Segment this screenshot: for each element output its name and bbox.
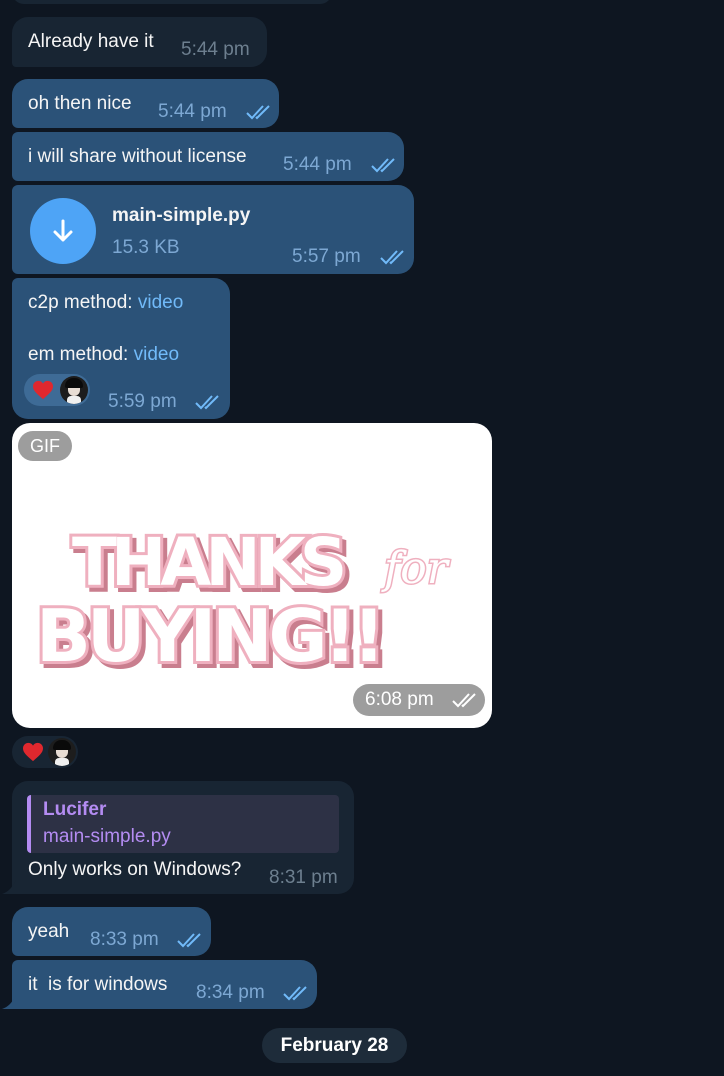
message-time: 8:33 pm [90,929,159,950]
message-time: 5:44 pm [181,39,250,60]
message-text-line: em method: video [28,344,179,366]
message-text-line: c2p method: video [28,292,183,314]
video-link[interactable]: video [138,292,183,313]
message-time: 5:59 pm [108,391,177,412]
double-check-icon [177,933,201,948]
double-check-icon [246,105,270,120]
file-size: 15.3 KB [112,237,180,258]
message-bubble[interactable]: c2p method: video em method: video 5:59 … [12,278,230,419]
gif-time-pill: 6:08 pm [353,684,485,716]
gif-image: THANKS THANKS BUYING!! BUYING!! for [33,521,452,685]
reaction-pill[interactable] [12,736,78,768]
previous-message-bubble [12,0,332,4]
double-check-icon [380,250,404,265]
heart-icon [23,742,43,762]
label-c2p-method: c2p method: [28,292,138,313]
reply-text: main-simple.py [43,826,171,847]
message-time: 8:34 pm [196,982,265,1003]
bubble-tail [2,880,16,894]
message-bubble[interactable]: oh then nice 5:44 pm [12,79,279,128]
message-time: 5:57 pm [292,246,361,267]
reaction-pill[interactable] [24,374,90,406]
message-bubble[interactable]: yeah 8:33 pm [12,907,211,956]
message-time: 5:44 pm [283,154,352,175]
message-time: 6:08 pm [365,689,434,710]
double-check-icon [371,158,395,173]
message-bubble[interactable]: Already have it 5:44 pm [12,17,267,67]
reply-author: Lucifer [43,799,107,820]
message-text: oh then nice [28,93,132,114]
video-link[interactable]: video [134,344,179,365]
avatar [48,738,76,766]
message-bubble[interactable]: i will share without license 5:44 pm [12,132,404,181]
message-text: yeah [28,921,70,942]
gif-text-line1: THANKS [72,524,343,601]
double-check-icon [195,395,219,410]
download-arrow-icon [53,219,73,242]
gif-text-line2: BUYING!! [36,594,381,678]
message-time: 8:31 pm [269,867,338,888]
file-message-bubble[interactable]: main-simple.py 15.3 KB 5:57 pm [12,185,414,274]
double-check-icon [283,986,307,1001]
download-button[interactable] [30,198,96,264]
reply-quote[interactable]: Lucifer main-simple.py [27,795,339,853]
file-name[interactable]: main-simple.py [112,205,250,227]
gif-text-script: for [381,543,451,594]
date-separator: February 28 [262,1028,407,1063]
avatar [60,376,88,404]
message-bubble[interactable]: it is for windows 8:34 pm [12,960,317,1009]
double-check-icon [452,693,476,708]
message-text: it is for windows [28,974,168,995]
message-text: i will share without license [28,146,247,167]
label-em-method: em method: [28,344,134,365]
heart-icon [33,380,53,400]
bubble-tail [2,995,16,1009]
message-text: Already have it [28,31,154,52]
message-bubble[interactable]: Lucifer main-simple.py Only works on Win… [12,781,354,894]
message-text: Only works on Windows? [28,859,242,880]
date-separator-label: February 28 [280,1035,389,1056]
gif-message[interactable]: GIF THANKS THANKS BUYING!! BUYING!! for … [12,423,492,728]
message-time: 5:44 pm [158,101,227,122]
